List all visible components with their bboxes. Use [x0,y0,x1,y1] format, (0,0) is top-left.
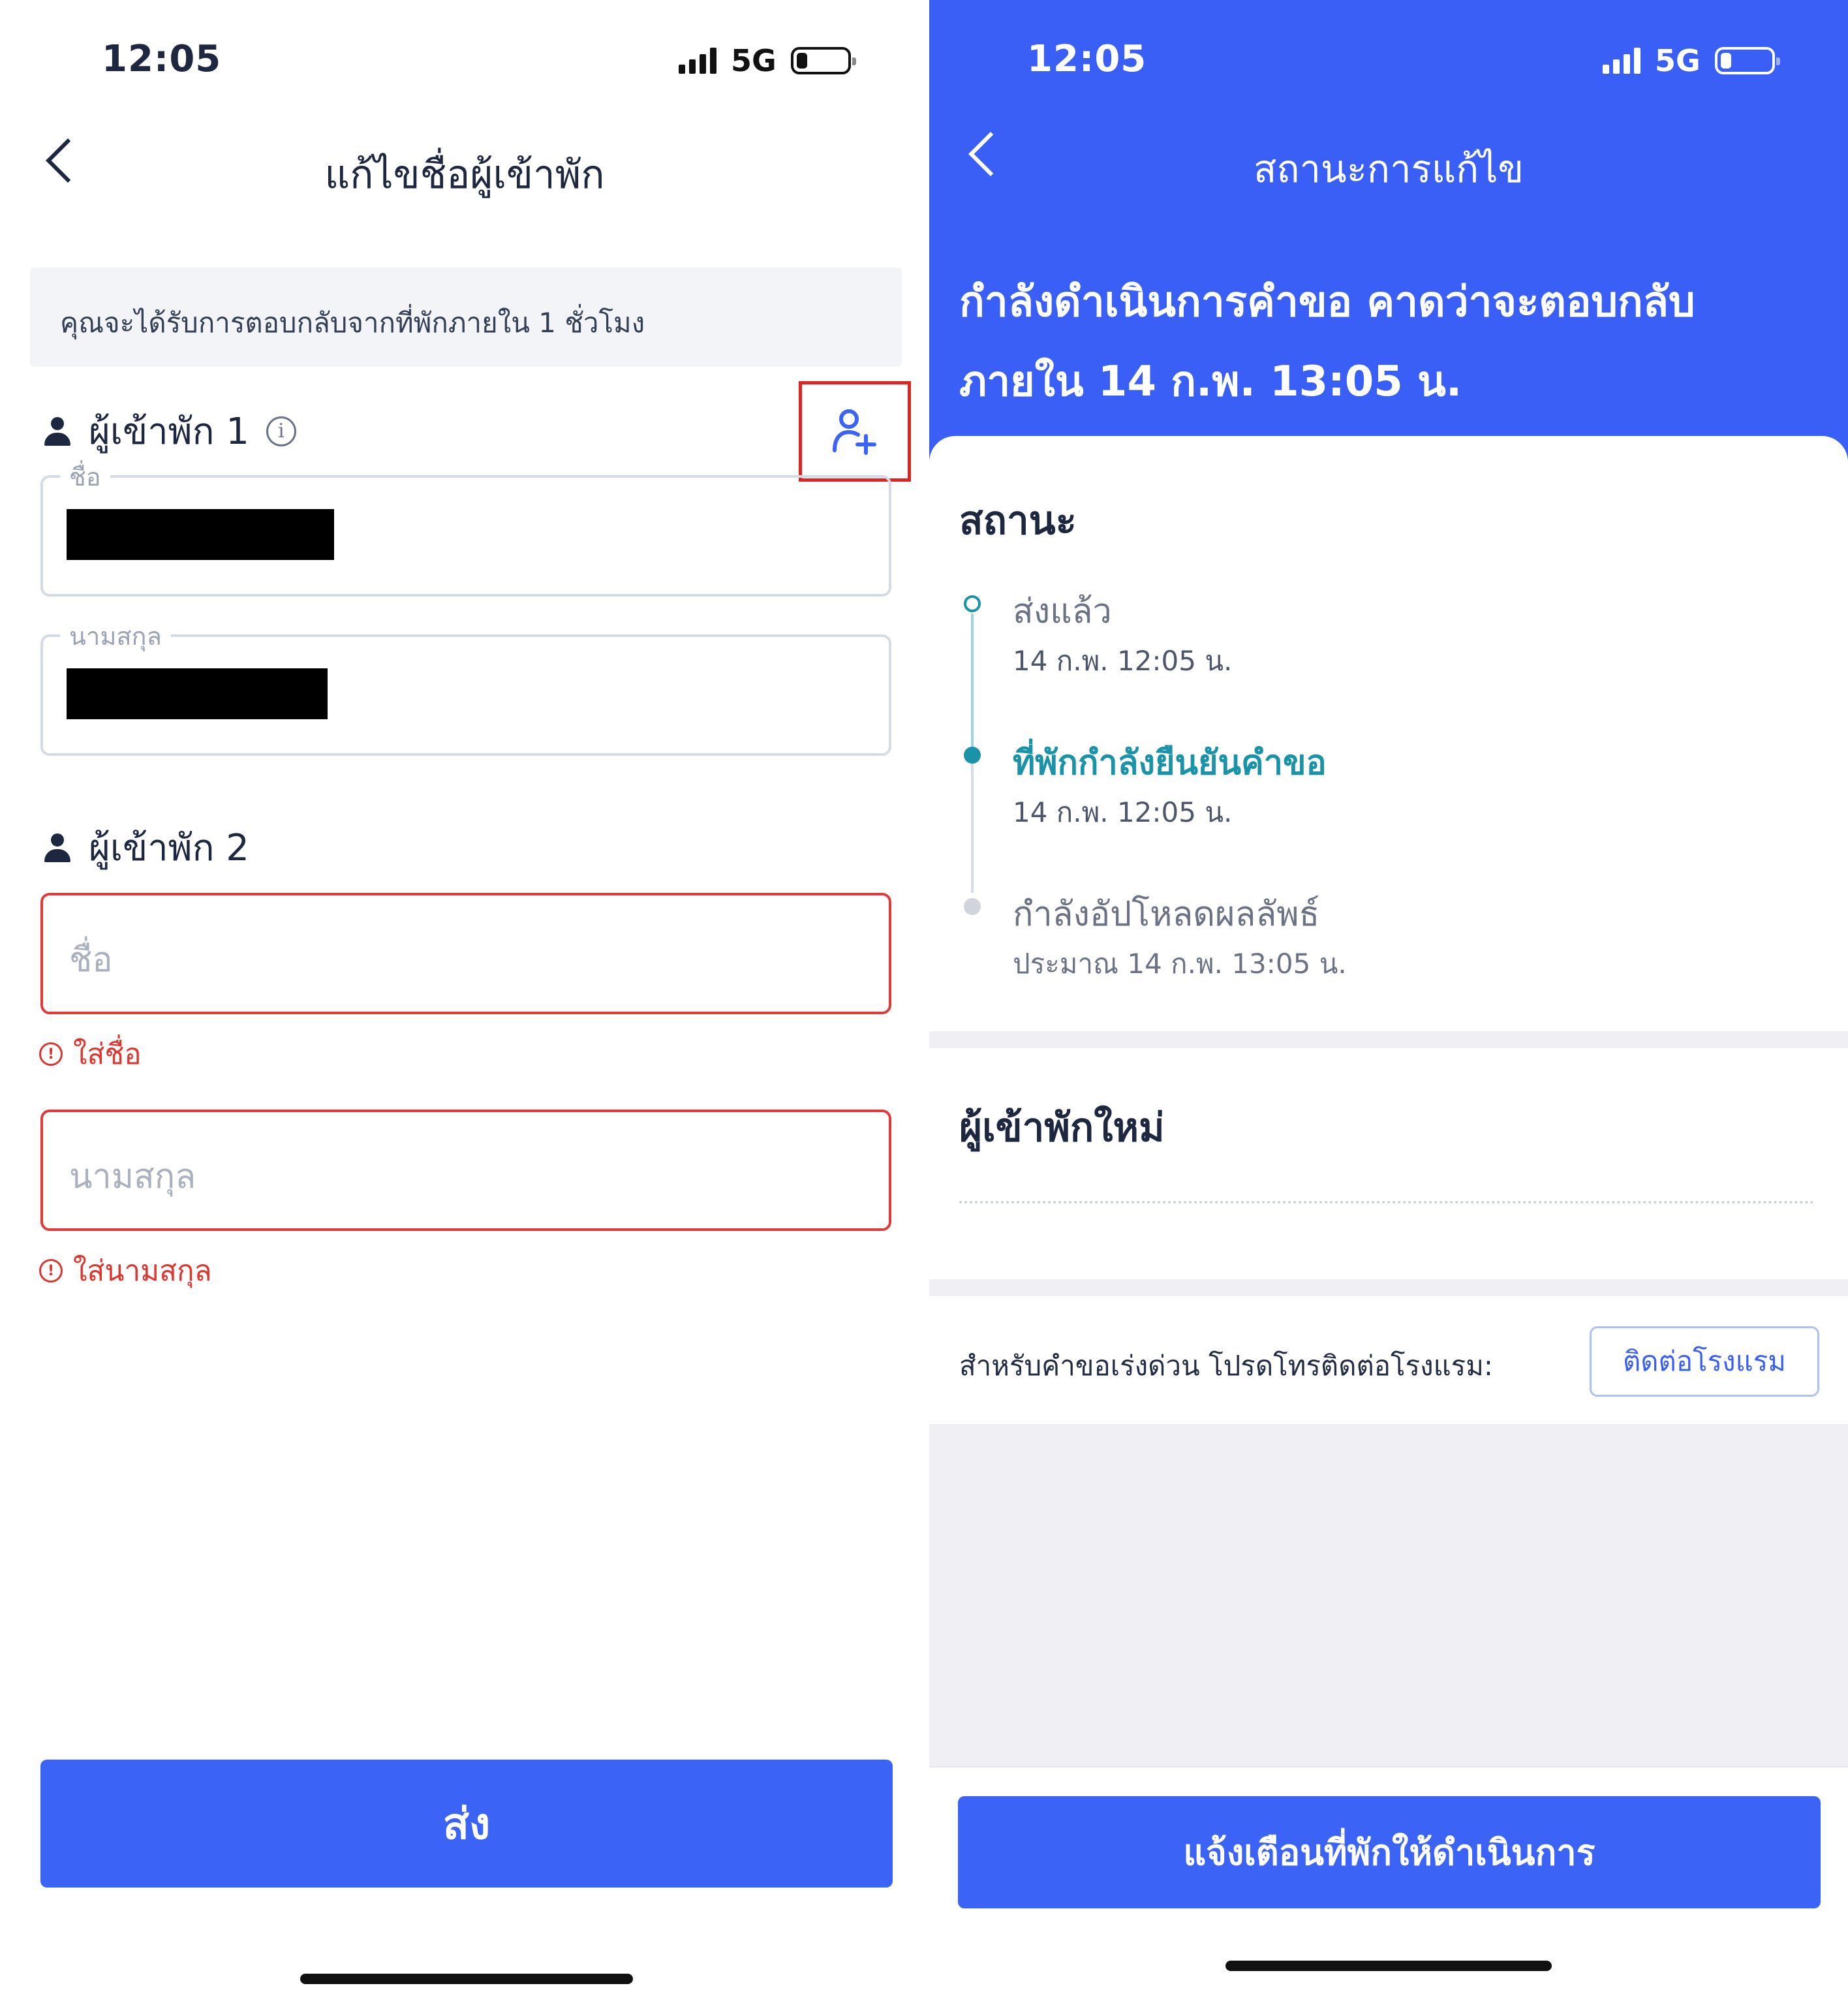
step-3-time: ประมาณ 14 ก.พ. 13:05 น. [1013,948,1347,980]
timeline-line [971,762,974,893]
step-2-dot [964,747,981,764]
step-2-title: ที่พักกำลังยืนยันคำขอ [1013,743,1327,783]
timeline-line [971,614,974,749]
step-2-time: 14 ก.พ. 12:05 น. [1013,796,1233,828]
status-time: 12:05 [1027,38,1147,80]
last-name-error-text: ใส่นามสกุล [73,1254,212,1288]
guest-2-last-name-input[interactable]: นามสกุล [40,1110,891,1231]
redacted-value [67,509,334,560]
submit-button[interactable]: ส่ง [40,1760,893,1888]
signal-icon [679,48,716,74]
status-indicators: 5G [679,43,856,78]
info-icon[interactable]: i [266,416,296,446]
add-person-icon [833,409,876,455]
battery-icon [1714,47,1780,74]
contact-hotel-button[interactable]: ติดต่อโรงแรม [1590,1326,1819,1397]
step-1-title: ส่งแล้ว [1013,592,1112,631]
status-time: 12:05 [102,38,222,80]
eta-line-2: ภายใน 14 ก.พ. 13:05 น. [959,358,1462,406]
page-title: แก้ไขชื่อผู้เข้าพัก [324,152,605,198]
step-3-dot [964,898,981,915]
add-guest-button[interactable] [799,381,911,482]
eta-message: กำลังดำเนินการคำขอ คาดว่าจะตอบกลับ ภายใน… [959,262,1808,422]
step-1-dot [964,595,981,612]
redacted-guest-names [959,1201,1814,1204]
guest-1-header: ผู้เข้าพัก 1 i [43,402,296,460]
redacted-value [67,668,328,719]
new-guests-title: ผู้เข้าพักใหม่ [959,1105,1165,1151]
step-3-title: กำลังอัปโหลดผลลัพธ์ [1013,895,1320,934]
guest-1-label: ผู้เข้าพัก 1 [89,411,249,453]
page-title: สถานะการแก้ไข [1253,147,1524,191]
person-icon [43,416,72,446]
status-header: 12:05 5G สถานะการแก้ไข กำลังดำเนินการคำข… [929,0,1848,470]
network-label: 5G [1655,43,1701,78]
first-name-label: ชื่อ [60,457,110,497]
edit-status-screen: 12:05 5G สถานะการแก้ไข กำลังดำเนินการคำข… [929,0,1848,2005]
edit-guest-screen: 12:05 5G แก้ไขชื่อผู้เข้าพัก คุณจะได้รับ… [0,0,929,2005]
first-name-error: ! ใส่ชื่อ [39,1031,142,1077]
notify-property-button[interactable]: แจ้งเตือนที่พักให้ดำเนินการ [958,1796,1821,1908]
guest-2-header: ผู้เข้าพัก 2 [43,818,249,877]
home-indicator[interactable] [1225,1961,1552,1971]
status-card: สถานะ ส่งแล้ว 14 ก.พ. 12:05 น. ที่พักกำล… [929,436,1848,1031]
battery-icon [790,47,856,74]
guest-2-label: ผู้เข้าพัก 2 [89,827,249,869]
home-indicator[interactable] [300,1974,633,1984]
guest-2-first-name-input[interactable]: ชื่อ [40,893,891,1014]
first-name-error-text: ใส่ชื่อ [73,1038,142,1071]
error-icon: ! [39,1042,63,1066]
status-indicators: 5G [1603,43,1780,78]
status-section-title: สถานะ [959,498,1077,544]
first-name-placeholder: ชื่อ [69,940,113,980]
guest-1-first-name-field[interactable]: ชื่อ [40,457,891,597]
step-1-time: 14 ก.พ. 12:05 น. [1013,645,1233,677]
response-notice: คุณจะได้รับการตอบกลับจากที่พักภายใน 1 ชั… [30,268,902,367]
last-name-placeholder: นามสกุล [69,1157,196,1196]
error-icon: ! [39,1259,63,1282]
network-label: 5G [731,43,777,78]
urgent-contact-text: สำหรับคำขอเร่งด่วน โปรดโทรติดต่อโรงแรม: [959,1350,1494,1382]
new-guests-card: ผู้เข้าพักใหม่ [929,1048,1848,1279]
signal-icon [1603,48,1640,74]
last-name-label: นามสกุล [60,616,171,656]
eta-line-1: กำลังดำเนินการคำขอ คาดว่าจะตอบกลับ [959,278,1695,326]
person-icon [43,833,72,862]
bottom-action-bar: แจ้งเตือนที่พักให้ดำเนินการ [929,1766,1848,2005]
guest-1-last-name-field[interactable]: นามสกุล [40,616,891,756]
last-name-error: ! ใส่นามสกุล [39,1248,212,1294]
